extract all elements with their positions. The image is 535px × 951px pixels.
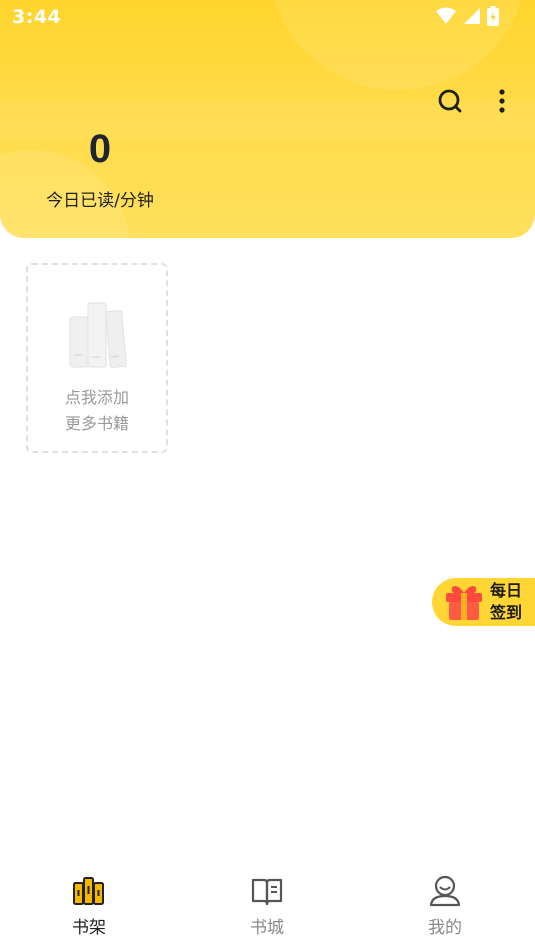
status-time: 3:44 (12, 6, 62, 28)
add-book-text: 点我添加 更多书籍 (28, 385, 166, 437)
daily-checkin-button[interactable]: 每日 签到 (432, 578, 535, 626)
books-placeholder-icon (69, 302, 127, 368)
today-read-label: 今日已读/分钟 (46, 191, 154, 211)
checkin-line2: 签到 (490, 603, 523, 622)
search-button[interactable] (436, 87, 464, 115)
nav-tab-bookstore[interactable]: 书城 (207, 874, 327, 940)
checkin-text: 每日 签到 (490, 580, 522, 624)
add-book-line1: 点我添加 (64, 388, 129, 407)
add-book-card[interactable]: 点我添加 更多书籍 (26, 263, 168, 453)
status-icons (435, 6, 499, 26)
wifi-icon (436, 7, 456, 24)
add-book-line2: 更多书籍 (64, 414, 129, 433)
today-read-minutes: 0 (88, 127, 112, 171)
nav-label-bookshelf: 书架 (72, 918, 106, 938)
header-banner: 3:44 0 今日已读/分钟 (0, 0, 535, 238)
user-icon (429, 875, 461, 907)
nav-label-mine: 我的 (428, 918, 462, 938)
battery-icon (487, 6, 499, 26)
bottom-navigation: 书架 书城 我的 (0, 866, 535, 951)
more-options-button[interactable] (488, 87, 516, 115)
nav-tab-mine[interactable]: 我的 (385, 874, 505, 940)
bookshelf-icon (73, 877, 104, 905)
search-icon (438, 89, 462, 113)
book-open-icon (251, 878, 283, 906)
checkin-line1: 每日 (490, 581, 523, 600)
gift-icon (446, 586, 482, 620)
nav-label-bookstore: 书城 (250, 918, 284, 938)
nav-tab-bookshelf[interactable]: 书架 (29, 874, 149, 940)
more-vertical-icon (499, 89, 505, 113)
signal-icon (464, 8, 480, 24)
